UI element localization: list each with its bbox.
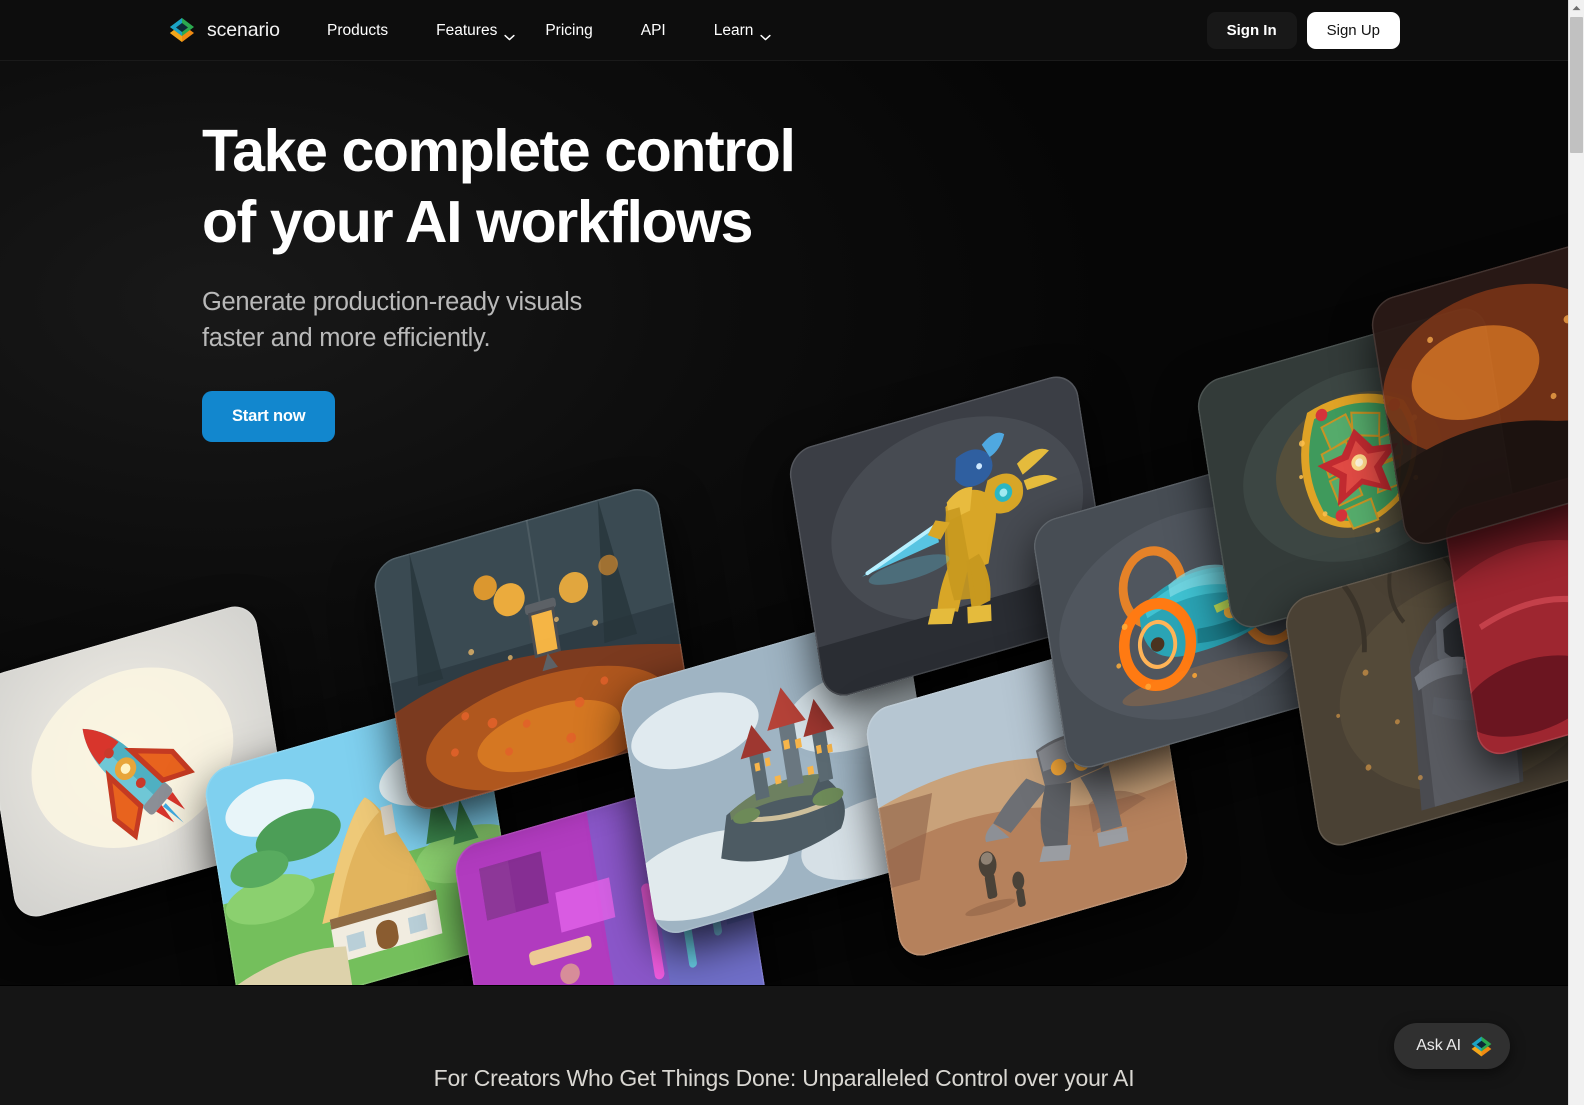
scrollbar-thumb[interactable]	[1570, 17, 1583, 153]
nav-item-pricing-label: Pricing	[545, 21, 593, 39]
ask-ai-button[interactable]: Ask AI	[1394, 1023, 1510, 1069]
nav-item-api[interactable]: API	[641, 14, 666, 48]
hero-copy-block: Take complete control of your AI workflo…	[202, 116, 902, 442]
browser-viewport: scenario Products Features Pricing API L…	[0, 0, 1584, 1105]
nav-actions: Sign In Sign Up	[1206, 0, 1400, 61]
brand-name: scenario	[207, 18, 280, 41]
section-heading: For Creators Who Get Things Done: Unpara…	[433, 1065, 1135, 1091]
page-scrollbar[interactable]	[1568, 0, 1584, 1105]
hero-subheadline: Generate production-ready visuals faster…	[202, 288, 582, 352]
sign-in-button[interactable]: Sign In	[1206, 12, 1297, 49]
scenario-diamond-logo-icon	[1470, 1035, 1493, 1058]
sign-up-button[interactable]: Sign Up	[1306, 12, 1400, 49]
top-navigation-bar: scenario Products Features Pricing API L…	[0, 0, 1568, 61]
nav-item-products-label: Products	[327, 21, 389, 39]
below-fold-section: For Creators Who Get Things Done: Unpara…	[0, 985, 1568, 1105]
nav-item-learn-label: Learn	[713, 21, 754, 39]
scroll-up-arrow-icon[interactable]	[1569, 0, 1584, 16]
nav-item-features-label: Features	[436, 21, 498, 39]
nav-item-learn[interactable]: Learn	[714, 14, 772, 48]
nav-item-features[interactable]: Features	[436, 14, 515, 48]
nav-item-products[interactable]: Products	[327, 14, 388, 48]
chevron-down-icon	[760, 28, 771, 41]
scenario-diamond-logo-icon	[168, 16, 196, 44]
nav-links: Products Features Pricing API Learn	[327, 0, 801, 61]
page-content: scenario Products Features Pricing API L…	[0, 0, 1568, 1105]
nav-item-pricing[interactable]: Pricing	[545, 14, 592, 48]
chevron-down-icon	[504, 28, 515, 41]
start-now-button[interactable]: Start now	[202, 391, 336, 442]
ask-ai-label: Ask AI	[1416, 1037, 1461, 1054]
page-title: Take complete control of your AI workflo…	[202, 118, 796, 255]
nav-item-api-label: API	[640, 21, 666, 39]
hero-section: Take complete control of your AI workflo…	[0, 61, 1568, 985]
brand-logo-link[interactable]: scenario	[168, 16, 280, 44]
